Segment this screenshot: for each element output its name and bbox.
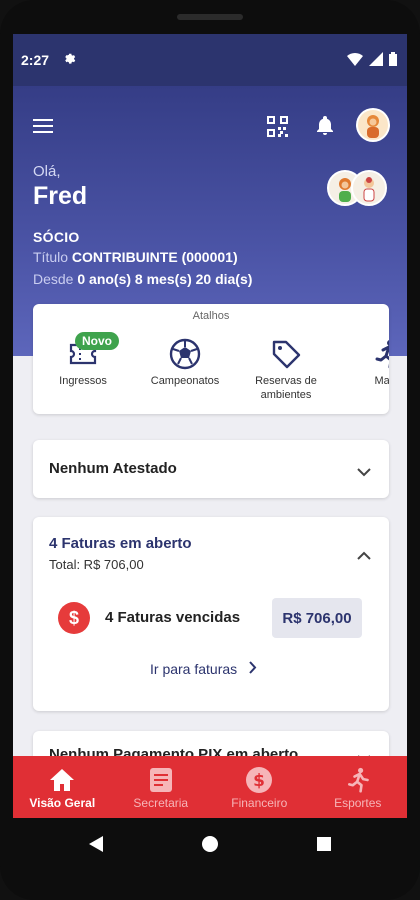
membership-role: SÓCIO [33,229,80,245]
nav-visao-geral[interactable]: Visão Geral [13,756,112,818]
chevron-up-icon[interactable] [357,547,371,565]
settings-gear-icon [63,52,77,69]
qr-code-icon[interactable] [265,114,289,138]
overdue-label: 4 Faturas vencidas [105,609,241,626]
nav-secretaria[interactable]: Secretaria [112,756,211,818]
dollar-circle-icon: $ [58,602,90,634]
avatar[interactable] [356,108,390,142]
shortcut-label: Ingressos [59,375,107,387]
title-value: CONTRIBUINTE (000001) [71,249,238,265]
svg-text:$: $ [253,771,265,791]
wifi-icon [347,52,363,69]
atestado-title: Nenhum Atestado [49,460,177,477]
dollar-circle-icon: $ [245,764,273,796]
status-bar: 2:27 [13,34,407,86]
atestado-card[interactable]: Nenhum Atestado [33,440,389,498]
greeting-text: Olá, [33,163,61,180]
speaker-grille [177,14,243,20]
shortcuts-title: Atalhos [192,310,230,322]
overdue-amount: R$ 706,00 [272,598,362,638]
shortcut-campeonatos[interactable]: Campeonatos [135,334,235,388]
runner-icon [337,334,389,374]
invoices-title: 4 Faturas em aberto [49,535,192,552]
soccer-ball-icon [135,334,235,374]
status-time: 2:27 [21,52,50,68]
since-label: Desde [33,271,74,287]
user-name: Fred [33,182,88,210]
phone-frame: 2:27 Olá, Fred SÓCIO Título CONTRIBUINTE… [0,0,420,900]
title-label: Título [33,249,69,265]
nav-label: Visão Geral [29,796,96,810]
nav-label: Secretaria [133,796,189,810]
signal-icon [369,51,383,69]
chevron-right-icon [249,661,257,677]
battery-icon [389,51,397,69]
back-icon[interactable] [86,834,106,854]
shortcut-label: Reservas de ambientes [255,375,317,401]
new-badge: Novo [75,332,119,350]
runner-icon [345,764,371,796]
recents-icon[interactable] [314,834,334,854]
bell-icon[interactable] [313,114,337,138]
system-navigation-bar [0,818,420,870]
title-line: Título CONTRIBUINTE (000001) [33,249,238,265]
dependents-avatars[interactable] [327,170,387,206]
document-icon [149,764,173,796]
chevron-down-icon[interactable] [357,464,371,482]
since-line: Desde 0 ano(s) 8 mes(s) 20 dia(s) [33,271,252,287]
tag-icon [236,334,336,374]
shortcuts-card: Atalhos Ingressos Novo Campeonatos Reser… [33,304,389,414]
dependent-avatar[interactable] [351,170,387,206]
bottom-navigation: Visão Geral Secretaria $ Financeiro Espo… [13,756,407,818]
nav-label: Esportes [334,796,382,810]
invoices-card: 4 Faturas em aberto Total: R$ 706,00 $ 4… [33,517,389,711]
shortcut-label: Campeonatos [150,375,220,387]
go-to-invoices-label: Ir para faturas [150,661,238,677]
home-button-icon[interactable] [200,834,220,854]
go-to-invoices-link[interactable]: Ir para faturas [150,661,257,677]
shortcut-matricula[interactable]: Matrí [337,334,389,388]
app-screen: 2:27 Olá, Fred SÓCIO Título CONTRIBUINTE… [13,34,407,818]
since-value: 0 ano(s) 8 mes(s) 20 dia(s) [77,271,253,287]
shortcut-label: Matrí [374,375,389,387]
nav-label: Financeiro [231,796,288,810]
nav-esportes[interactable]: Esportes [309,756,408,818]
invoices-total: Total: R$ 706,00 [49,557,144,572]
shortcut-reservas[interactable]: Reservas de ambientes [236,334,336,402]
nav-financeiro[interactable]: $ Financeiro [210,756,309,818]
home-icon [49,764,75,796]
hamburger-icon[interactable] [31,114,55,138]
